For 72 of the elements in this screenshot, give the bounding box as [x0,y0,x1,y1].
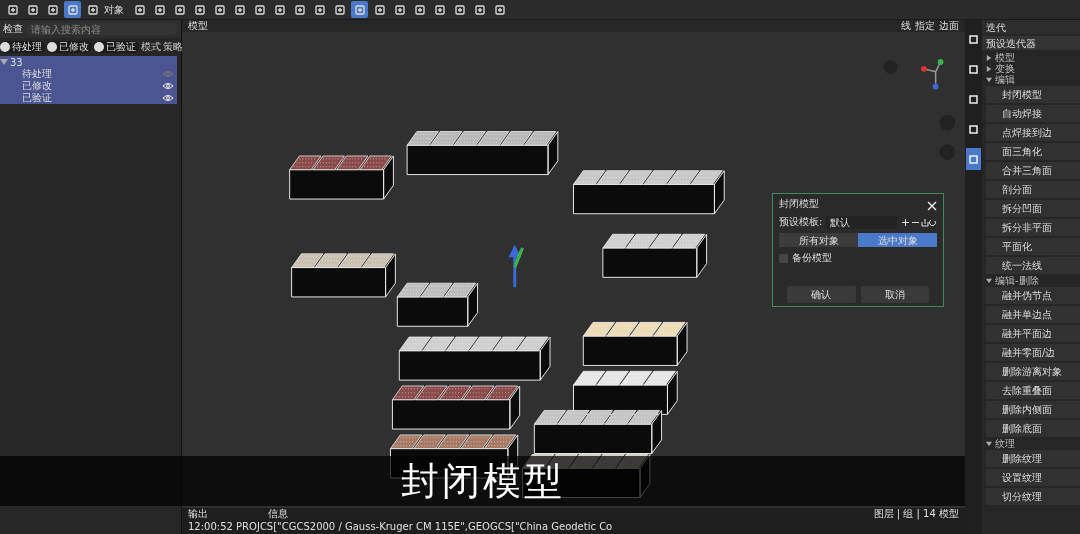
preset-dropdown[interactable]: 默认 [826,215,897,229]
dialog-button[interactable]: 确认 [787,286,856,303]
tool-button[interactable]: 剖分面 [986,181,1080,198]
axis-gizmo-icon[interactable] [920,59,944,90]
caption-text: 封闭模型 [0,456,965,506]
preset-actions-icon[interactable] [901,217,937,227]
section-header[interactable]: 编辑-删除 [982,275,1080,286]
tool-button[interactable]: 删除游离对象 [986,363,1080,380]
info-tab[interactable]: 信息 [268,508,288,521]
panel-icon [969,154,978,164]
stats-text: 图层 | 组 | 14 模型 [873,508,959,521]
tool-button[interactable]: 点焊接到边 [986,124,1080,141]
dialog-button[interactable]: 取消 [860,286,929,303]
iterator-dropdown[interactable]: 预设迭代器 [982,36,1080,50]
filter-toggle[interactable]: 已修改 [47,41,92,53]
mode-label[interactable]: 模式 [141,41,161,53]
panel-title: 迭代 [982,20,1080,34]
caret-icon[interactable] [0,58,8,66]
dialog-title: 封闭模型 [779,197,819,211]
log-line: 12:00:52 PROJCS["CGCS2000 / Gauss-Kruger CM 115E",GEOGCS["China Geodetic Co [188,520,613,532]
output-tab[interactable]: 输出 [188,508,208,521]
tool-button[interactable]: 融并零面/边 [986,344,1080,361]
panel-title: 检查 [3,22,23,36]
tool-button[interactable]: 切分纹理 [986,488,1080,505]
checkbox-label: 备份模型 [792,251,832,265]
caret-icon[interactable] [986,65,992,72]
scope-tab[interactable]: 所有对象 [779,233,858,247]
tree-item[interactable]: 33 [0,56,177,68]
tool-button[interactable]: 设置纹理 [986,469,1080,486]
view-toolbar-label[interactable]: 指定 [915,19,935,33]
section-header[interactable]: 编辑 [982,74,1080,85]
section-header[interactable]: 模型 [982,52,1080,63]
panel-icon [969,124,978,134]
caret-icon[interactable] [986,76,992,83]
tool-button[interactable]: 平面化 [986,238,1080,255]
search-field[interactable]: 请输入搜索内容 [27,23,178,35]
toolbar-label: 对象 [104,2,124,17]
tree-item[interactable]: 已验证 [0,92,177,104]
strategy-label[interactable]: 策略 [163,41,183,53]
tree-item[interactable]: 已修改 [0,80,177,92]
panel-icon [969,94,978,104]
tool-button[interactable]: 融并伪节点 [986,287,1080,304]
view-label[interactable]: 模型 [188,19,208,33]
tool-button[interactable]: 统一法线 [986,257,1080,274]
filter-toggle[interactable]: 待处理 [0,41,45,53]
panel-icon [969,34,978,44]
tool-button[interactable]: 封闭模型 [986,86,1080,103]
caret-icon[interactable] [986,277,992,284]
tool-button[interactable]: 合并三角面 [986,162,1080,179]
tool-button[interactable]: 融并单边点 [986,306,1080,323]
tool-button[interactable]: 面三角化 [986,143,1080,160]
tool-button[interactable]: 拆分凹面 [986,200,1080,217]
close-button[interactable] [927,199,937,209]
section-header[interactable]: 纹理 [982,438,1080,449]
section-header[interactable]: 变换 [982,63,1080,74]
filter-toggle[interactable]: 已验证 [94,41,139,53]
caret-icon[interactable] [986,440,992,447]
panel-icon [969,64,978,74]
tool-button[interactable]: 去除重叠面 [986,382,1080,399]
transform-gizmo-icon[interactable] [508,246,525,289]
view-toolbar-label[interactable]: 边面 [939,19,959,33]
preset-label: 预设模板: [779,215,823,229]
tree-item[interactable]: 待处理 [0,68,177,80]
tool-button[interactable]: 自动焊接 [986,105,1080,122]
view-toolbar-label[interactable]: 线 [901,19,911,33]
tool-button[interactable]: 删除内侧面 [986,401,1080,418]
tool-button[interactable]: 删除纹理 [986,450,1080,467]
caret-icon[interactable] [986,54,992,61]
tool-button[interactable]: 删除底面 [986,420,1080,437]
tool-button[interactable]: 拆分非平面 [986,219,1080,236]
checkbox[interactable] [779,253,788,263]
tool-button[interactable]: 融并平面边 [986,325,1080,342]
